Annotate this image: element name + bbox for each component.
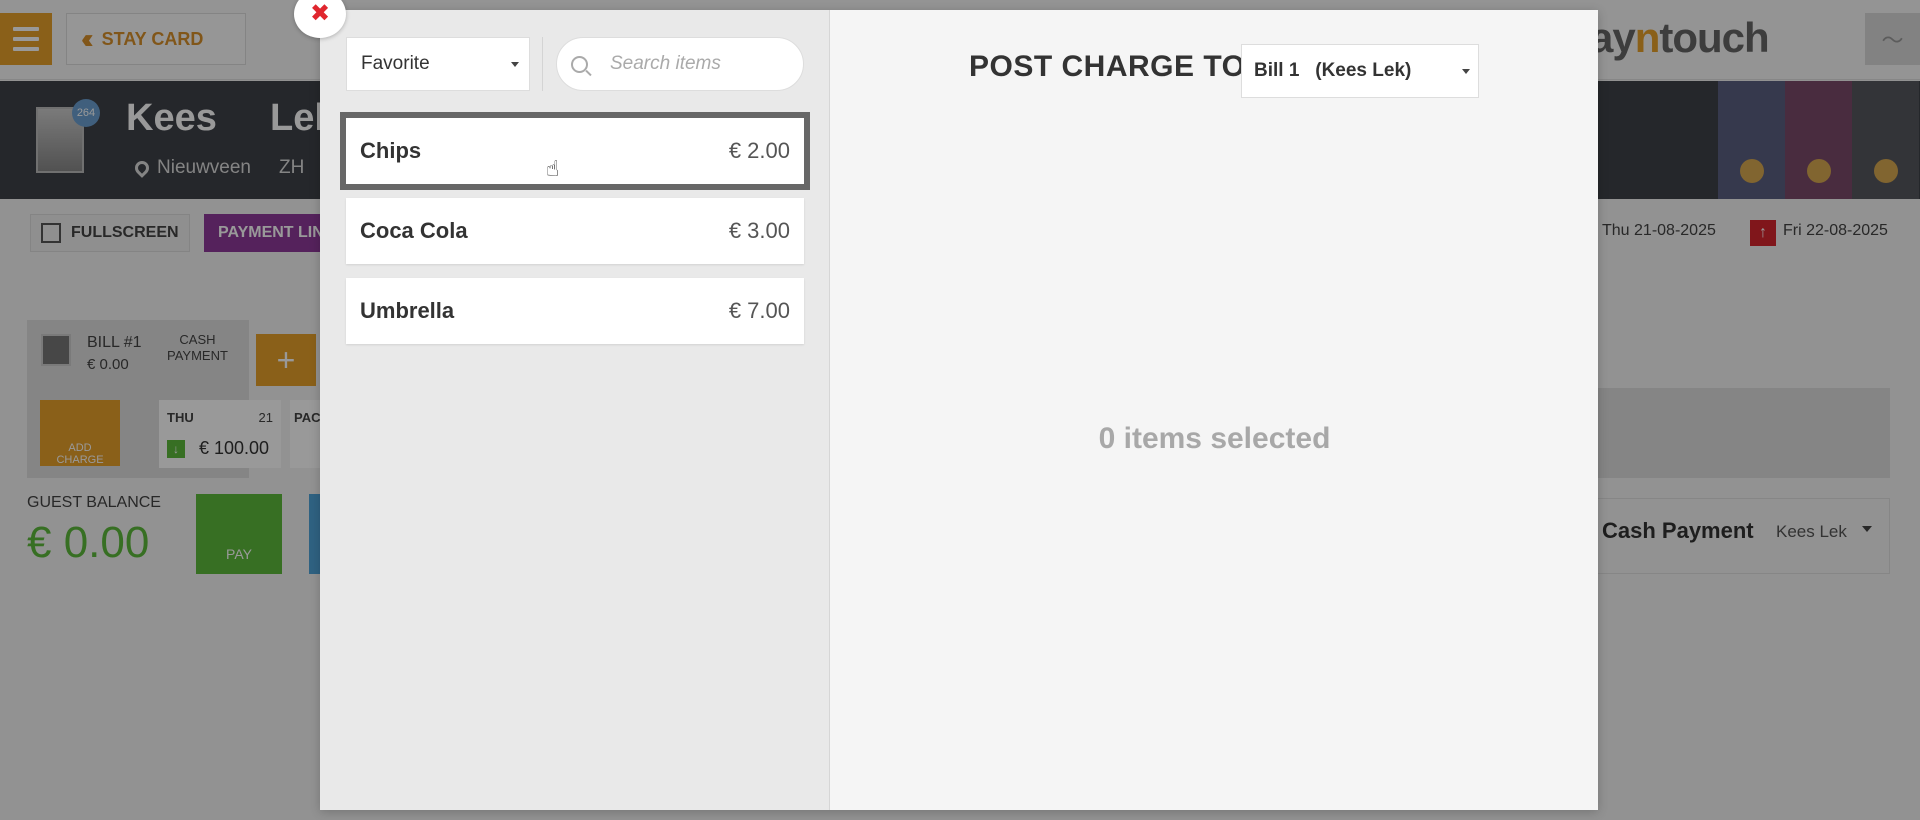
- divider: [542, 37, 543, 91]
- search-icon: [571, 55, 588, 73]
- post-charge-label: POST CHARGE TO: [969, 50, 1246, 83]
- search-field[interactable]: [556, 37, 804, 91]
- item-picker-pane: Favorite Chips € 2.00 ☝ Coca Cola € 3.00…: [320, 10, 830, 810]
- item-price: € 3.00: [728, 218, 790, 243]
- item-price: € 7.00: [728, 298, 790, 323]
- bill-select-value: Bill 1 (Kees Lek): [1254, 60, 1412, 81]
- item-name: Chips: [360, 138, 422, 163]
- search-input[interactable]: [610, 53, 790, 75]
- chevron-down-icon: [511, 62, 519, 67]
- empty-selection-message: 0 items selected: [1098, 422, 1331, 455]
- list-item[interactable]: Coca Cola € 3.00: [346, 198, 804, 264]
- selected-items-pane: POST CHARGE TO Bill 1 (Kees Lek) 0 items…: [831, 10, 1598, 810]
- close-icon: ✖: [309, 0, 331, 27]
- item-list: Chips € 2.00 ☝ Coca Cola € 3.00 Umbrella…: [340, 112, 810, 358]
- list-item[interactable]: Chips € 2.00 ☝: [340, 112, 810, 190]
- category-value: Favorite: [361, 53, 430, 74]
- hand-cursor-icon: ☝: [546, 156, 560, 181]
- item-name: Umbrella: [360, 298, 455, 323]
- list-item[interactable]: Umbrella € 7.00: [346, 278, 804, 344]
- category-select[interactable]: Favorite: [346, 37, 530, 91]
- bill-select[interactable]: Bill 1 (Kees Lek): [1241, 44, 1479, 98]
- post-charge-modal: Favorite Chips € 2.00 ☝ Coca Cola € 3.00…: [320, 10, 1598, 810]
- item-name: Coca Cola: [360, 218, 468, 243]
- chevron-down-icon: [1462, 69, 1470, 74]
- item-price: € 2.00: [728, 138, 790, 163]
